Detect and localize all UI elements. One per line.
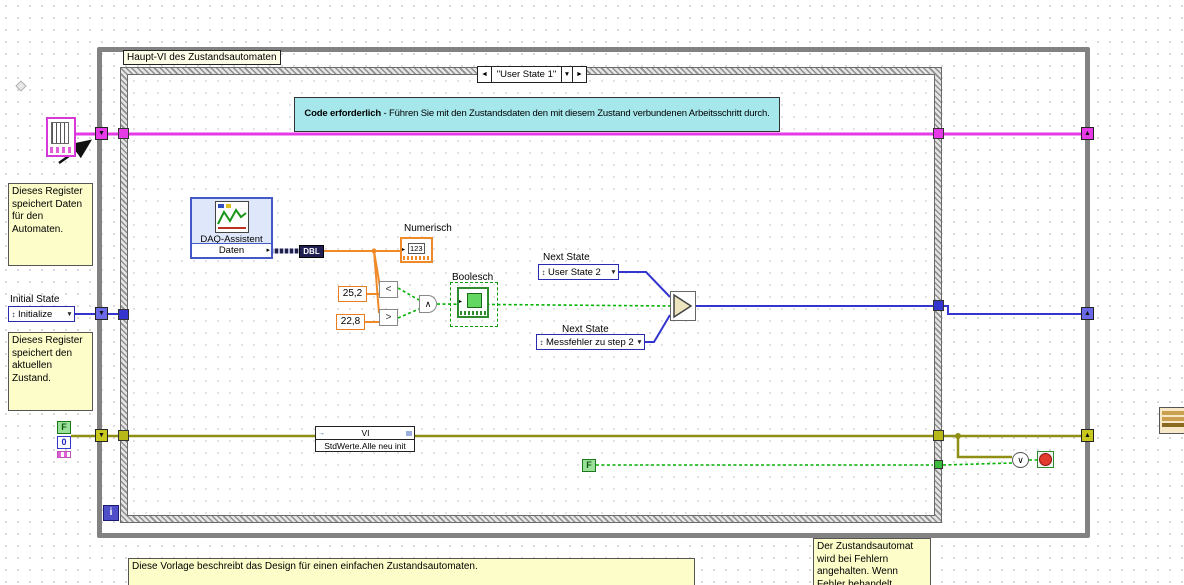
case-dropdown-icon[interactable]: ▼ bbox=[561, 67, 572, 82]
shift-register-left-cluster: ▼ bbox=[95, 127, 108, 140]
subvi-connector-glyph: → bbox=[318, 429, 325, 437]
case-next-button[interactable]: ► bbox=[572, 67, 586, 82]
next-state-label-top: Next State bbox=[543, 252, 590, 263]
note-template-info: Diese Vorlage beschreibt das Design für … bbox=[128, 558, 695, 585]
tunnel-enum-left bbox=[118, 309, 129, 320]
shift-register-left-error: ▼ bbox=[95, 429, 108, 442]
enum-user-state-2[interactable]: ↕ User State 2 ▼ bbox=[538, 264, 619, 280]
sr-down-icon: ▼ bbox=[98, 130, 105, 137]
code-required-comment: Code erforderlich - Führen Sie mit den Z… bbox=[294, 97, 780, 132]
enum-messfehler-value: Messfehler zu step 2 bbox=[546, 336, 634, 348]
note-register-state: Dieses Register speichert den aktuellen … bbox=[8, 332, 93, 411]
sr-up-icon: ▲ bbox=[1084, 130, 1091, 137]
dbl-conversion-node[interactable]: DBL bbox=[299, 245, 324, 258]
sr-up-icon: ▲ bbox=[1084, 310, 1091, 317]
and-node[interactable]: ∧ bbox=[419, 295, 437, 313]
case-selector: ◄ "User State 1" ▼ ► bbox=[477, 66, 587, 83]
numeric-type-strip bbox=[403, 256, 430, 260]
numeric-indicator-label: Numerisch bbox=[404, 223, 452, 234]
stop-false-constant[interactable]: F bbox=[582, 459, 596, 472]
dropdown-icon[interactable]: ▼ bbox=[65, 311, 74, 318]
clipped-icon-detail bbox=[1162, 411, 1184, 415]
dropdown-icon[interactable]: ▼ bbox=[635, 339, 644, 346]
shift-register-right-cluster: ▲ bbox=[1081, 127, 1094, 140]
enum-initialize-value: Initialize bbox=[18, 308, 53, 320]
enum-messfehler[interactable]: ↕ Messfehler zu step 2 ▼ bbox=[536, 334, 645, 350]
numeric-indicator-terminal[interactable]: ▸ 123 bbox=[400, 237, 433, 263]
grid-marker bbox=[15, 80, 27, 92]
indicator-in-arrow-icon: ▸ bbox=[402, 247, 406, 253]
daq-output-row: Daten ▸ bbox=[192, 243, 271, 257]
daq-icon bbox=[215, 201, 249, 233]
indicator-in-arrow-icon: ▸ bbox=[459, 299, 463, 305]
shift-register-left-state: ▼ bbox=[95, 307, 108, 320]
clipped-icon bbox=[1159, 407, 1184, 434]
error-status-false-constant[interactable]: F bbox=[57, 421, 71, 434]
loop-condition-terminal[interactable] bbox=[1037, 451, 1054, 468]
boolean-type-strip bbox=[460, 311, 486, 315]
enum-ring-icon: ↕ bbox=[539, 337, 544, 347]
upper-limit-constant[interactable]: 25,2 bbox=[338, 286, 367, 302]
subvi-title: VI bbox=[361, 428, 370, 438]
output-arrow-icon: ▸ bbox=[266, 247, 270, 254]
initial-state-label: Initial State bbox=[10, 294, 60, 305]
dropdown-icon[interactable]: ▼ bbox=[609, 269, 618, 276]
clipped-icon-detail bbox=[1162, 417, 1184, 421]
select-node[interactable] bbox=[670, 291, 696, 321]
less-than-node[interactable]: < bbox=[379, 281, 398, 298]
enum-user-state-2-value: User State 2 bbox=[548, 266, 601, 278]
tunnel-enum-right bbox=[933, 300, 944, 311]
comment-bold-text: Code erforderlich bbox=[304, 108, 382, 119]
greater-than-node[interactable]: > bbox=[379, 309, 398, 326]
tunnel-error-right bbox=[933, 430, 944, 441]
sr-down-icon: ▼ bbox=[98, 432, 105, 439]
iteration-terminal[interactable]: i bbox=[103, 505, 119, 521]
tunnel-cluster-left bbox=[118, 128, 129, 139]
note-error-info: Der Zustandsautomat wird bei Fehlern ang… bbox=[813, 538, 931, 585]
note-register-data: Dieses Register speichert Daten für den … bbox=[8, 183, 93, 266]
lower-limit-constant[interactable]: 22,8 bbox=[336, 314, 365, 330]
enum-initialize[interactable]: ↕ Initialize ▼ bbox=[8, 306, 75, 322]
enum-ring-icon: ↕ bbox=[541, 267, 546, 277]
cluster-pink-strip bbox=[50, 147, 72, 153]
cluster-glyph bbox=[51, 122, 69, 144]
sr-down-icon: ▼ bbox=[98, 310, 105, 317]
empty-string-constant[interactable] bbox=[57, 451, 71, 458]
comment-rest-text: - Führen Sie mit den Zustandsdaten den m… bbox=[381, 108, 770, 119]
case-selector-label[interactable]: "User State 1" bbox=[492, 67, 561, 82]
clipped-icon-detail bbox=[1162, 423, 1184, 427]
state-cluster-constant[interactable] bbox=[46, 117, 76, 157]
case-structure bbox=[120, 67, 942, 523]
labview-block-diagram: Haupt-VI des Zustandsautomaten ◄ "User S… bbox=[0, 0, 1184, 585]
boolean-led-glyph bbox=[467, 293, 482, 308]
subvi-node[interactable]: → VI StdWerte.Alle neu init bbox=[315, 426, 415, 452]
loop-title-label: Haupt-VI des Zustandsautomaten bbox=[123, 50, 281, 65]
tunnel-boolean-right bbox=[934, 460, 943, 469]
tunnel-error-left bbox=[118, 430, 129, 441]
case-content-area bbox=[127, 74, 935, 516]
shift-register-right-error: ▲ bbox=[1081, 429, 1094, 442]
error-code-zero-constant[interactable]: 0 bbox=[57, 436, 71, 449]
boolean-indicator-terminal[interactable]: ▸ bbox=[457, 287, 489, 318]
daq-assistant-node[interactable]: DAQ-Assistent Daten ▸ bbox=[190, 197, 273, 259]
enum-ring-icon: ↕ bbox=[11, 309, 16, 319]
boolean-indicator-label: Boolesch bbox=[452, 272, 494, 283]
case-prev-button[interactable]: ◄ bbox=[478, 67, 492, 82]
stop-icon bbox=[1039, 453, 1052, 466]
subvi-name: StdWerte.Alle neu init bbox=[324, 441, 406, 451]
tunnel-cluster-right bbox=[933, 128, 944, 139]
daq-output-label: Daten bbox=[218, 245, 245, 256]
numeric-digits-glyph: 123 bbox=[408, 243, 425, 254]
shift-register-right-state: ▲ bbox=[1081, 307, 1094, 320]
sr-up-icon: ▲ bbox=[1084, 432, 1091, 439]
subvi-corner-glyph bbox=[406, 430, 412, 436]
or-node[interactable]: ∨ bbox=[1012, 452, 1029, 468]
